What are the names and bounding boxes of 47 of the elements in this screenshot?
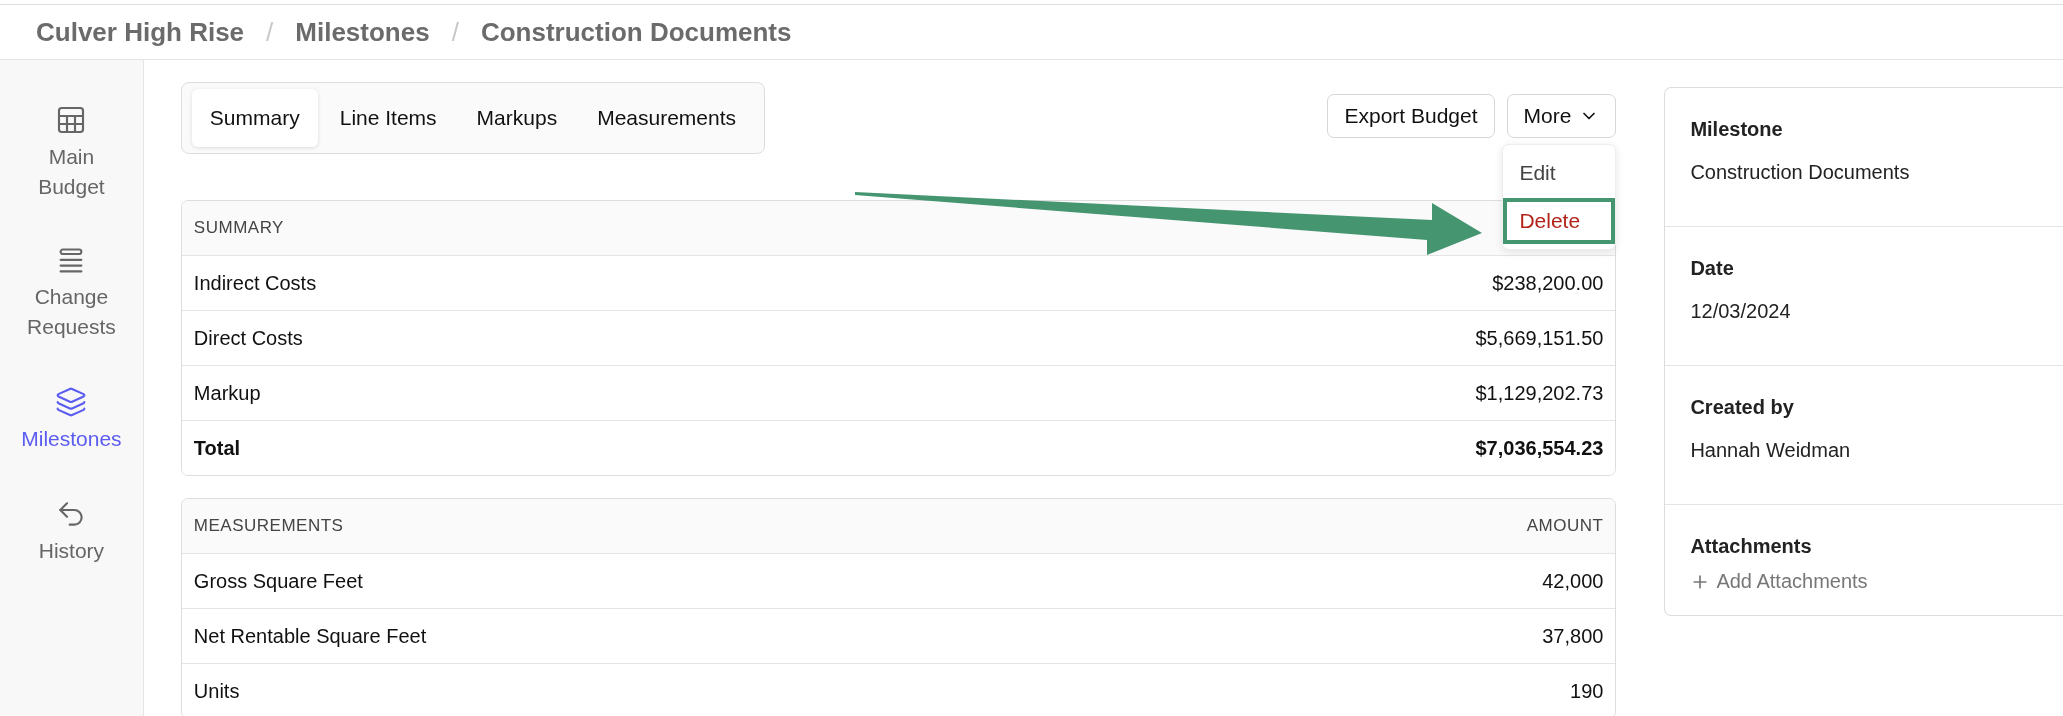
table-cell: $5,669,151.50: [1475, 326, 1604, 350]
detail-label: Date: [1690, 257, 1735, 280]
add-attachments-link[interactable]: Add Attachments: [1690, 570, 2038, 593]
detail-value: Construction Documents: [1690, 161, 1911, 184]
menu-item[interactable]: Edit: [1503, 150, 1616, 196]
table-cell: 42,000: [1542, 569, 1604, 593]
tab[interactable]: Line Items: [321, 89, 455, 147]
breadcrumb-link[interactable]: Construction Documents: [480, 16, 792, 48]
sidebar-item[interactable]: History: [16, 498, 127, 566]
breadcrumb-separator: /: [451, 16, 459, 48]
breadcrumb-link[interactable]: Milestones: [295, 16, 430, 48]
sidebar-item[interactable]: Main Budget: [16, 104, 127, 202]
table-cell: Direct Costs: [193, 326, 303, 350]
layers-icon: [55, 386, 88, 418]
sidebar-label: History: [38, 538, 105, 564]
breadcrumb-separator: /: [266, 16, 274, 48]
tab[interactable]: Markups: [458, 89, 576, 147]
sidebar-item[interactable]: Milestones: [16, 386, 127, 454]
breadcrumb-link[interactable]: Culver High Rise: [36, 16, 245, 48]
sidebar-item[interactable]: Change Requests: [16, 246, 127, 342]
table-cell: $238,200.00: [1492, 271, 1604, 295]
table-cell: $7,036,554.23: [1475, 436, 1604, 460]
detail-value: Hannah Weidman: [1690, 439, 1852, 462]
column-header: AMOUNT: [1526, 516, 1604, 536]
sidebar-label: Main Budget: [37, 144, 106, 200]
table-cell: Markup: [193, 381, 261, 405]
table-cell: 190: [1570, 679, 1604, 703]
table-cell: Units: [193, 679, 240, 703]
tab[interactable]: Measurements: [579, 89, 755, 147]
column-header: MEASUREMENTS: [193, 516, 344, 536]
menu-item[interactable]: Delete: [1503, 198, 1616, 244]
detail-label: Attachments: [1690, 535, 1813, 558]
table-cell: $1,129,202.73: [1475, 381, 1604, 405]
table-cell: Indirect Costs: [193, 271, 317, 295]
table-cell: 37,800: [1542, 624, 1604, 648]
detail-label: Created by: [1690, 396, 1795, 419]
table-cell: Net Rentable Square Feet: [193, 624, 427, 648]
more-button[interactable]: More: [1506, 94, 1617, 138]
detail-value: 12/03/2024: [1690, 300, 1792, 323]
table-cell: Gross Square Feet: [193, 569, 363, 593]
detail-label: Milestone: [1690, 118, 1784, 141]
table-cell: Total: [193, 436, 241, 460]
sidebar-label: Milestones: [21, 426, 122, 452]
sidebar-label: Change Requests: [26, 284, 117, 340]
column-header: SUMMARY: [193, 218, 284, 238]
tab[interactable]: Summary: [191, 89, 318, 147]
export-budget-button[interactable]: Export Budget: [1327, 94, 1495, 138]
